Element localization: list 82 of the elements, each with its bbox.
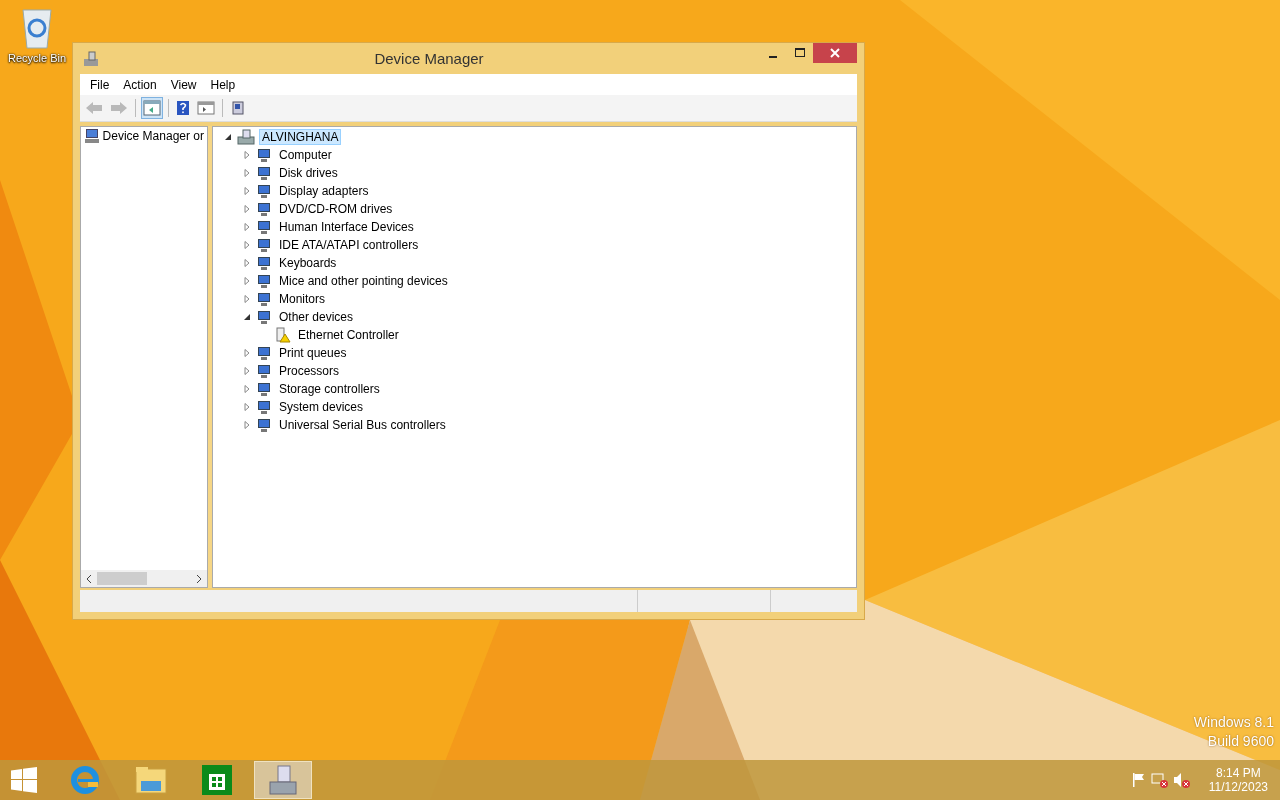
computer-scan-icon <box>230 100 246 116</box>
store-icon <box>202 765 232 795</box>
expand-icon[interactable] <box>243 169 251 177</box>
device-manager-icon <box>268 764 298 796</box>
minimize-icon <box>768 56 777 58</box>
device-icon <box>256 417 272 433</box>
close-icon <box>830 48 840 58</box>
scroll-left-icon[interactable] <box>85 574 93 583</box>
horizontal-scrollbar[interactable] <box>81 570 207 587</box>
tree-item[interactable]: Storage controllers <box>276 381 383 397</box>
expand-icon[interactable] <box>243 187 251 195</box>
tree-item[interactable]: Disk drives <box>276 165 341 181</box>
close-button[interactable] <box>813 43 857 63</box>
expand-icon[interactable] <box>243 205 251 213</box>
left-arrow-icon <box>85 101 103 115</box>
device-icon <box>256 237 272 253</box>
menu-item[interactable]: View <box>163 77 204 92</box>
expand-icon[interactable] <box>243 403 251 411</box>
console-tree-button[interactable] <box>141 97 163 119</box>
tree-item[interactable]: Keyboards <box>276 255 340 271</box>
tree-item[interactable]: ALVINGHANA <box>259 129 342 145</box>
device-icon <box>256 399 272 415</box>
device-icon <box>256 183 272 199</box>
expand-icon[interactable] <box>243 385 251 393</box>
expand-icon[interactable] <box>243 241 251 249</box>
maximize-icon <box>794 48 805 58</box>
tree-item[interactable]: IDE ATA/ATAPI controllers <box>276 237 422 253</box>
device-icon <box>256 255 272 271</box>
volume-muted-icon[interactable] <box>1172 772 1191 788</box>
pane-icon <box>197 100 215 116</box>
expand-icon[interactable] <box>243 349 251 357</box>
expand-icon[interactable] <box>243 367 251 375</box>
browser-icon <box>69 764 101 796</box>
expand-icon[interactable] <box>243 259 251 267</box>
expand-icon[interactable] <box>243 277 251 285</box>
computer-icon <box>84 128 99 144</box>
device-icon <box>256 309 272 325</box>
tree-item[interactable]: System devices <box>276 399 367 415</box>
device-manager-button[interactable] <box>254 761 312 799</box>
device-icon <box>256 363 272 379</box>
windows-logo-icon <box>11 767 37 793</box>
tree-item[interactable]: Processors <box>276 363 343 379</box>
device-manager-icon <box>83 50 99 67</box>
device-icon <box>256 201 272 217</box>
collapse-icon[interactable] <box>243 313 251 321</box>
tree-item[interactable]: Display adapters <box>276 183 372 199</box>
console-tree-item[interactable]: Device Manager or <box>102 129 204 143</box>
expand-icon[interactable] <box>243 421 251 429</box>
menu-item[interactable]: File <box>83 77 117 92</box>
device-icon <box>256 381 272 397</box>
network-error-icon[interactable] <box>1150 772 1169 788</box>
expand-icon[interactable] <box>243 295 251 303</box>
device-icon <box>256 291 272 307</box>
device-icon <box>256 147 272 163</box>
computer-icon <box>237 129 255 145</box>
device-icon <box>256 345 272 361</box>
tree-item[interactable]: Print queues <box>276 345 350 361</box>
tree-item[interactable]: Monitors <box>276 291 328 307</box>
tree-item[interactable]: Universal Serial Bus controllers <box>276 417 449 433</box>
tree-pane-icon <box>143 100 161 116</box>
flag-icon[interactable] <box>1130 772 1147 788</box>
device-icon <box>256 273 272 289</box>
device-icon <box>256 219 272 235</box>
menu-item[interactable]: Help <box>203 77 243 92</box>
tree-item[interactable]: DVD/CD-ROM drives <box>276 201 396 217</box>
os-version-text: Windows 8.1 <box>1193 714 1274 730</box>
right-arrow-icon <box>110 101 128 115</box>
expand-icon[interactable] <box>243 151 251 159</box>
expand-icon[interactable] <box>243 223 251 231</box>
menu-item[interactable]: Action <box>116 77 164 92</box>
tree-item[interactable]: Human Interface Devices <box>276 219 417 235</box>
collapse-icon[interactable] <box>224 133 232 141</box>
folder-icon <box>135 765 167 795</box>
os-version-text: Build 9600 <box>1207 733 1274 749</box>
tree-item[interactable]: Computer <box>276 147 335 163</box>
tree-item[interactable]: Mice and other pointing devices <box>276 273 451 289</box>
window-title: Device Manager <box>374 50 484 67</box>
tree-item[interactable]: Ethernet Controller <box>295 327 402 343</box>
device-icon <box>256 165 272 181</box>
tree-item[interactable]: Other devices <box>276 309 357 325</box>
scroll-right-icon[interactable] <box>195 574 203 583</box>
help-icon <box>176 100 190 116</box>
